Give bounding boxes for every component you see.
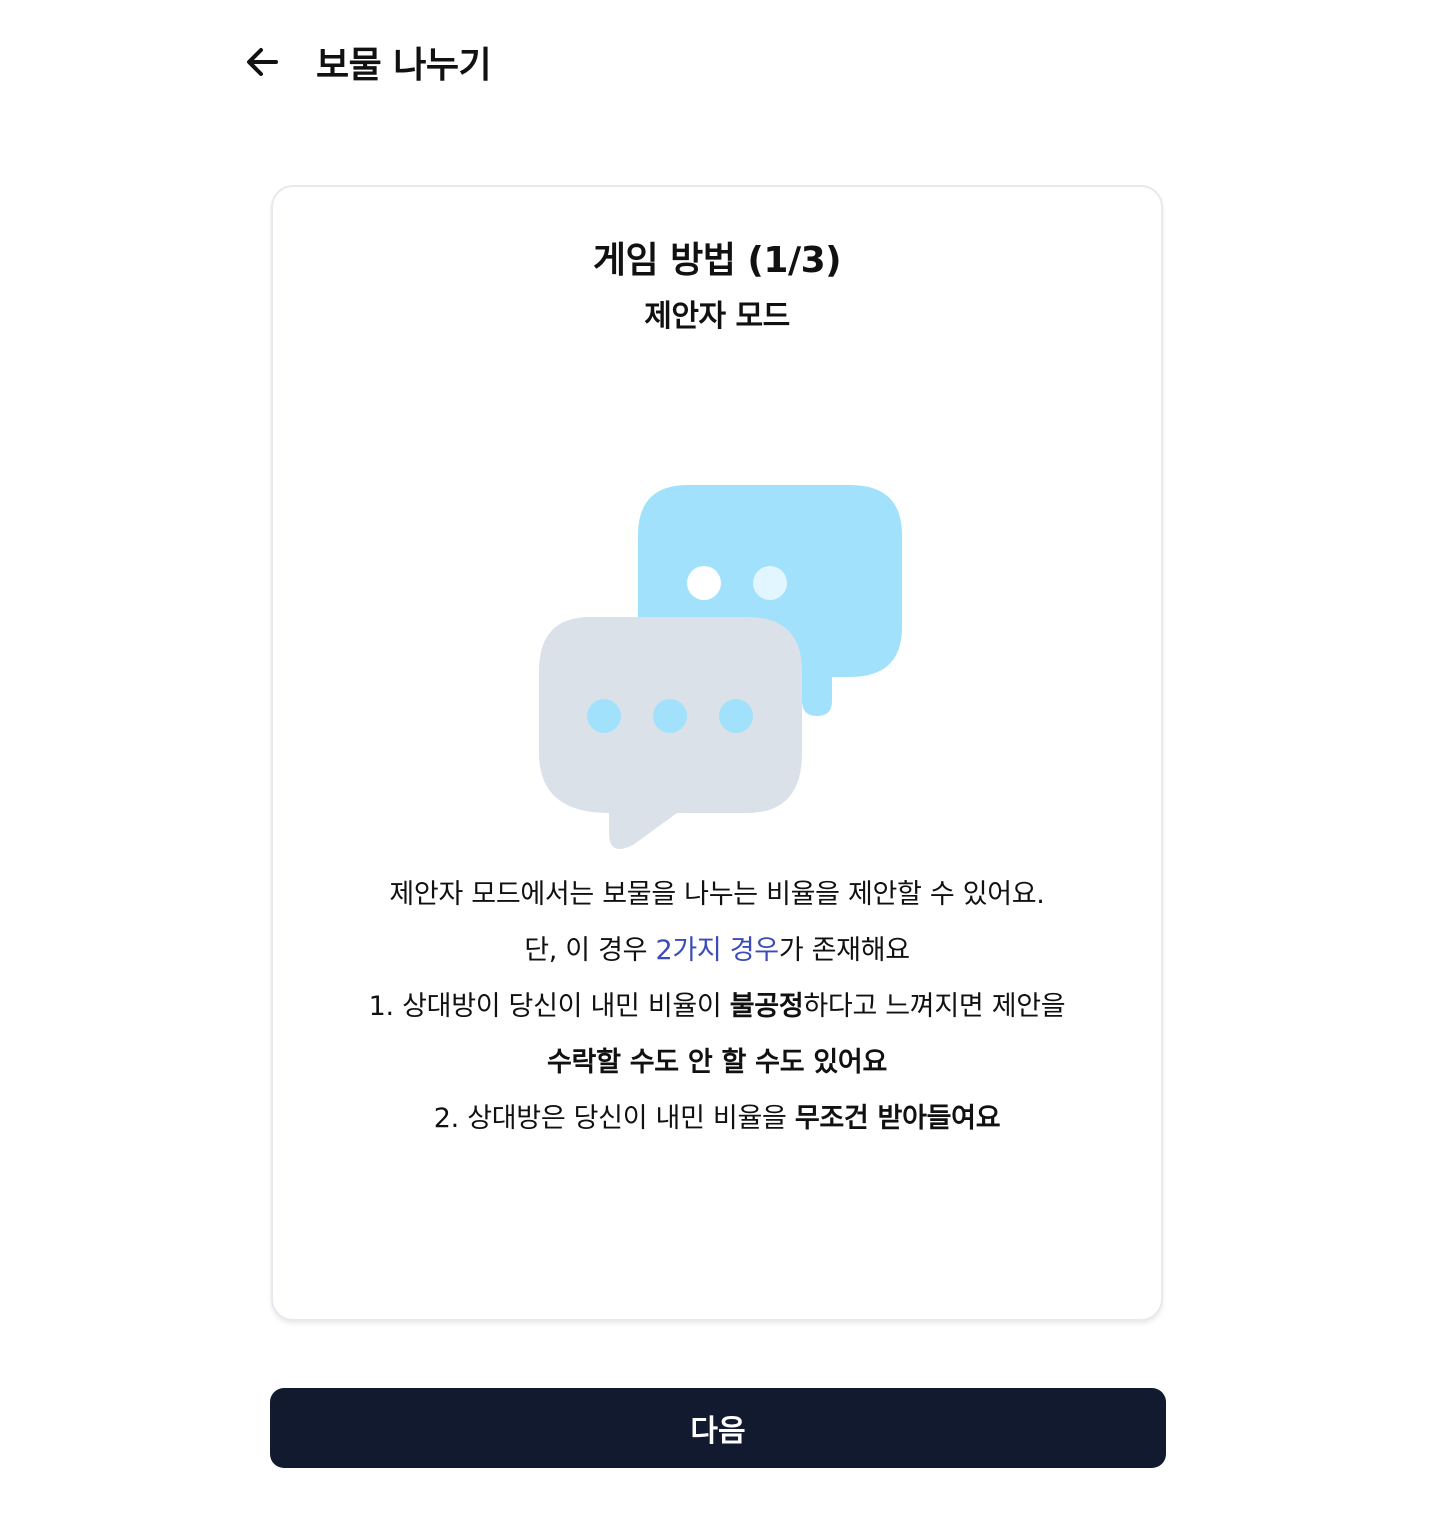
card-title: 게임 방법 (1/3) [592, 240, 842, 281]
header: 보물 나누기 [238, 30, 492, 94]
description-line-3: 1. 상대방이 당신이 내민 비율이 불공정하다고 느껴지면 제안을 [368, 991, 1066, 1022]
bold-text: 수락할 수도 안 할 수도 있어요 [547, 1047, 887, 1078]
front-bubble [539, 617, 802, 849]
front-bubble-dot [653, 699, 687, 733]
chat-bubbles-icon [539, 485, 902, 849]
bold-text: 불공정 [729, 991, 804, 1022]
next-button[interactable]: 다음 [270, 1388, 1166, 1468]
description-line-4: 수락할 수도 안 할 수도 있어요 [273, 1035, 1161, 1091]
description: 제안자 모드에서는 보물을 나누는 비율을 제안할 수 있어요. 단, 이 경우… [273, 867, 1161, 1147]
card-subtitle: 제안자 모드 [644, 299, 790, 334]
bold-text: 무조건 받아들여요 [794, 1103, 1001, 1134]
page-title: 보물 나누기 [316, 45, 492, 86]
front-bubble-dot [719, 699, 753, 733]
back-bubble-dot [687, 566, 721, 600]
highlight-text: 2가지 경우 [655, 935, 779, 966]
arrow-left-icon [247, 48, 278, 76]
back-button[interactable] [238, 38, 286, 86]
page: 보물 나누기 게임 방법 (1/3) 제안자 모드 제안자 모드에서는 보물을 … [0, 0, 1436, 1532]
front-bubble-dot [587, 699, 621, 733]
instruction-card: 게임 방법 (1/3) 제안자 모드 제안자 모드에서는 보물을 나누는 비율을… [271, 185, 1163, 1321]
back-bubble-dot [753, 566, 787, 600]
description-line-2: 단, 이 경우 2가지 경우가 존재해요 [524, 935, 910, 966]
description-line-1: 제안자 모드에서는 보물을 나누는 비율을 제안할 수 있어요. [389, 879, 1045, 910]
description-line-5: 2. 상대방은 당신이 내민 비율을 무조건 받아들여요 [433, 1103, 1001, 1134]
